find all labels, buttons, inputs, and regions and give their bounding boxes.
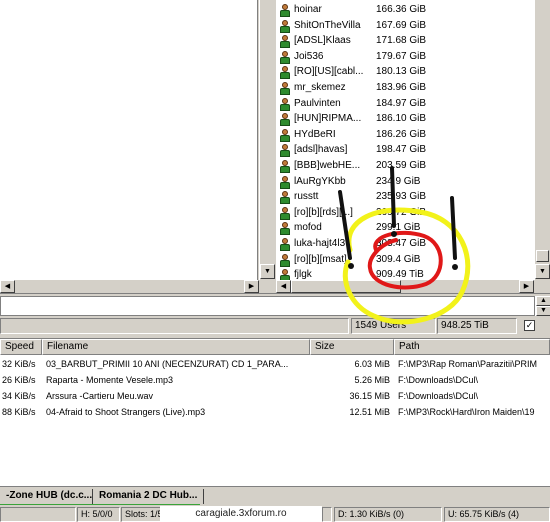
annotation-arrow-right	[450, 196, 457, 260]
annotation-dot-right	[452, 264, 458, 270]
annotation-dot-left	[348, 263, 354, 269]
annotation-arrow-middle	[390, 166, 396, 228]
annotation-arrow-left	[338, 190, 352, 260]
annotation-yellow-circle	[342, 207, 471, 325]
annotation-overlay	[338, 166, 471, 325]
annotation-dot-middle	[391, 231, 397, 237]
annotation-red-circle	[367, 230, 443, 290]
